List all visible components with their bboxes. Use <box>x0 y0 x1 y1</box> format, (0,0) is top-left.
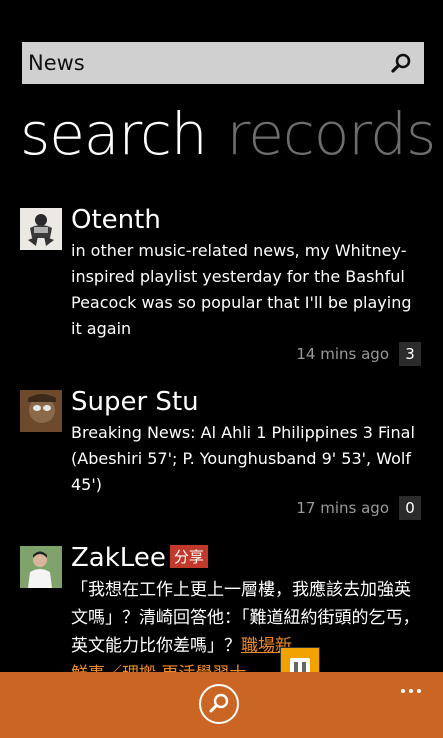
appbar-search-button[interactable] <box>199 684 239 724</box>
timestamp: 14 mins ago <box>296 345 389 363</box>
author-name[interactable]: Super Stu <box>71 384 199 420</box>
tab-records[interactable]: records <box>227 100 436 168</box>
message-text: Breaking News: Al Ahli 1 Philippines 3 F… <box>71 423 415 494</box>
share-badge: 分享 <box>169 545 208 568</box>
author-name[interactable]: Otenth <box>71 202 161 238</box>
avatar <box>20 208 62 250</box>
author-name[interactable]: ZakLee <box>71 540 166 576</box>
message-text: 「我想在工作上更上一層樓，我應該去加強英文嗎」？清崎回答他：「難道紐約街頭的乞丐… <box>71 576 423 672</box>
tab-search[interactable]: search <box>20 100 208 168</box>
ellipsis-icon[interactable] <box>401 678 427 693</box>
item-meta: 14 mins ago 3 <box>296 342 421 366</box>
timestamp: 17 mins ago <box>296 499 389 517</box>
pivot-header: search records <box>20 100 443 168</box>
search-icon[interactable] <box>390 52 412 74</box>
search-input[interactable] <box>22 42 372 84</box>
avatar <box>20 546 62 588</box>
message-link-cut[interactable]: 鮮事／理搬 更活學習士 <box>71 664 246 672</box>
results-list[interactable]: Otenth in other music-related news, my W… <box>0 200 443 672</box>
item-meta: 17 mins ago 0 <box>296 496 421 520</box>
application-bar <box>0 672 443 738</box>
search-icon <box>209 693 229 713</box>
search-box[interactable] <box>22 42 424 84</box>
avatar <box>20 390 62 432</box>
message-text: in other music-related news, my Whitney-… <box>71 241 412 338</box>
reply-count-badge[interactable]: 3 <box>399 342 421 366</box>
reply-count-badge[interactable]: 0 <box>399 496 421 520</box>
